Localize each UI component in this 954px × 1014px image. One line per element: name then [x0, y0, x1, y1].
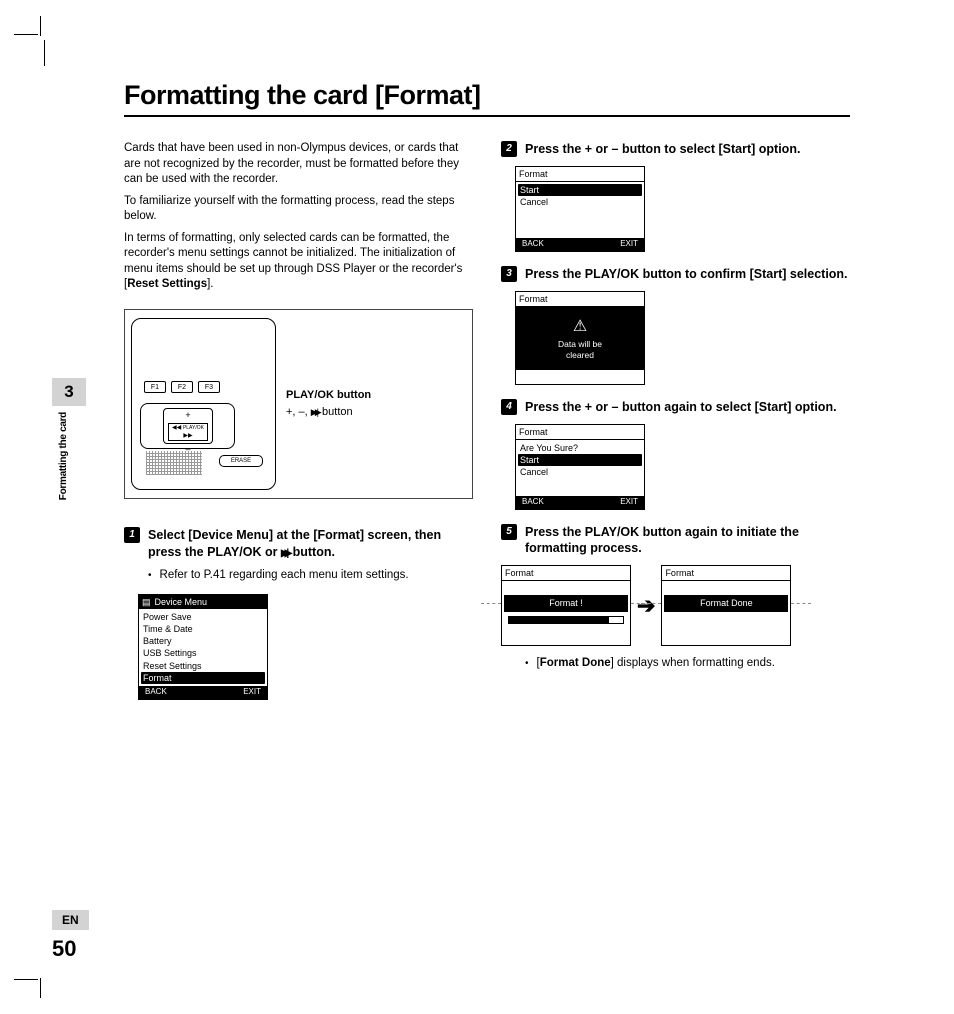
lcd-item: Cancel [516, 196, 644, 208]
lcd-exit: EXIT [620, 239, 638, 250]
step-number-icon: 3 [501, 266, 517, 282]
lcd-format-running: Format Format ! [501, 565, 631, 646]
step-number-icon: 5 [501, 524, 517, 540]
step-1-sub: Refer to P.41 regarding each menu item s… [148, 568, 473, 584]
intro-p2: To familiarize yourself with the formatt… [124, 194, 473, 225]
arrow-right-icon: ➔ [637, 591, 655, 621]
list-icon: ▤ [142, 596, 151, 608]
step-2: 2 Press the + or – button to select [Sta… [501, 141, 850, 158]
lcd-title: Device Menu [155, 596, 208, 608]
lcd-item-selected: Format [141, 672, 265, 684]
step-1-text: Select [Device Menu] at the [Format] scr… [148, 527, 473, 561]
lcd-warning-text: Data will be cleared [520, 339, 640, 362]
erase-button-icon: ERASE [219, 455, 263, 467]
step-2-text: Press the + or – button to select [Start… [525, 141, 800, 158]
step-1: 1 Select [Device Menu] at the [Format] s… [124, 527, 473, 561]
f3-button-icon: F3 [198, 381, 220, 393]
lcd-exit: EXIT [243, 687, 261, 698]
step-3: 3 Press the PLAY/OK button to confirm [S… [501, 266, 850, 283]
lcd-back: BACK [522, 497, 544, 508]
step-number-icon: 1 [124, 527, 140, 543]
f2-button-icon: F2 [171, 381, 193, 393]
lcd-status: Format ! [504, 595, 628, 611]
lcd-item: USB Settings [139, 647, 267, 659]
step-3-text: Press the PLAY/OK button to confirm [Sta… [525, 266, 848, 283]
device-diagram: F1 F2 F3 + ◀◀ PLAY/OK ▶▶ – ERASE [124, 309, 473, 499]
step-number-icon: 2 [501, 141, 517, 157]
lcd-format-confirm: Format Are You Sure? Start Cancel BACK E… [515, 424, 645, 510]
lcd-item: Cancel [516, 466, 644, 478]
step-5-text: Press the PLAY/OK button again to initia… [525, 524, 850, 558]
lcd-format-select: Format Start Cancel BACK EXIT [515, 166, 645, 252]
left-column: Cards that have been used in non-Olympus… [124, 141, 473, 714]
device-illustration: F1 F2 F3 + ◀◀ PLAY/OK ▶▶ – ERASE [131, 318, 276, 490]
right-column: 2 Press the + or – button to select [Sta… [501, 141, 850, 714]
lcd-title: Format [516, 425, 644, 440]
step-number-icon: 4 [501, 399, 517, 415]
lcd-format-warning: Format ⚠ Data will be cleared [515, 291, 645, 385]
step-4: 4 Press the + or – button again to selec… [501, 399, 850, 416]
intro-text: Cards that have been used in non-Olympus… [124, 141, 473, 293]
lcd-back: BACK [522, 239, 544, 250]
nav-pad-icon: + ◀◀ PLAY/OK ▶▶ – [140, 403, 235, 449]
diagram-label-playok: PLAY/OK button [286, 388, 371, 403]
lcd-item: Time & Date [139, 623, 267, 635]
lcd-title: Format [516, 167, 644, 182]
intro-p3: In terms of formatting, only selected ca… [124, 231, 473, 293]
step-4-text: Press the + or – button again to select … [525, 399, 837, 416]
lcd-title: Format [502, 566, 630, 581]
intro-p1: Cards that have been used in non-Olympus… [124, 141, 473, 188]
lcd-item: Power Save [139, 611, 267, 623]
lcd-format-done: Format Format Done [661, 565, 791, 646]
lcd-device-menu: ▤ Device Menu Power Save Time & Date Batt… [138, 594, 268, 700]
lcd-status: Format Done [664, 595, 788, 611]
page-title: Formatting the card [Format] [124, 80, 850, 117]
diagram-label-nav: +, –, button [286, 405, 371, 420]
lcd-item: Battery [139, 635, 267, 647]
lcd-item-selected: Start [518, 454, 642, 466]
lcd-back: BACK [145, 687, 167, 698]
speaker-grille-icon [146, 451, 202, 475]
lcd-exit: EXIT [620, 497, 638, 508]
lcd-prompt: Are You Sure? [516, 442, 644, 454]
lcd-title: Format [516, 292, 644, 307]
f1-button-icon: F1 [144, 381, 166, 393]
lcd-item: Reset Settings [139, 660, 267, 672]
progress-bar-icon [508, 616, 624, 624]
warning-icon: ⚠ [520, 319, 640, 335]
diagram-labels: PLAY/OK button +, –, button [286, 388, 371, 420]
lcd-item-selected: Start [518, 184, 642, 196]
lcd-title: Format [662, 566, 790, 581]
step-5-sub: [Format Done] displays when formatting e… [525, 656, 850, 672]
lcd-format-progress-pair: Format Format ! ➔ Format For [501, 565, 850, 646]
step-5: 5 Press the PLAY/OK button again to init… [501, 524, 850, 558]
